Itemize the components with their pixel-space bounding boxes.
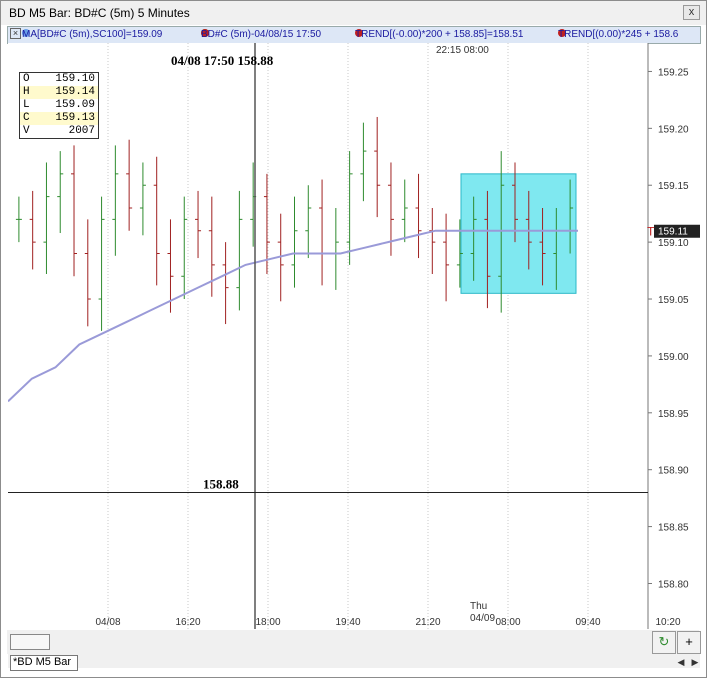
refresh-button[interactable]: ↻	[652, 631, 676, 654]
price-chart[interactable]: 159.25 159.20 159.15 159.10 159.05 159.00 158.…	[8, 43, 700, 629]
y-tick-label: 159.10	[658, 238, 689, 249]
y-tick-label: 158.80	[658, 579, 689, 590]
x-tick-label: 10:20	[655, 617, 680, 628]
chart-window: BD M5 Bar: BD#C (5m) 5 Minutes x × MA[BD…	[0, 0, 707, 678]
ohlc-row-close: C 159.13	[20, 112, 98, 125]
ohlc-value: 159.13	[55, 112, 95, 124]
x-tick-label: 21:20	[415, 617, 440, 628]
legend-item-bd-label: BD#C (5m)-04/08/15 17:50	[201, 29, 322, 40]
scroll-left-icon[interactable]: ◀	[675, 656, 687, 668]
legend-item-trend1-label: TREND[(-0.00)*200 + 158.85]=158.51	[355, 29, 524, 40]
ohlc-row-open: O 159.10	[20, 73, 98, 86]
legend-item-trend2-label: TREND[(0.00)*245 + 158.6	[558, 29, 679, 40]
x-tick-label: 08:00	[495, 617, 520, 628]
last-price-marker-icon: T	[647, 225, 655, 239]
window-titlebar[interactable]: BD M5 Bar: BD#C (5m) 5 Minutes x	[1, 1, 706, 25]
x-tick-label: 09:40	[575, 617, 600, 628]
y-tick-label: 158.90	[658, 466, 689, 477]
x-tick-label: 16:20	[175, 617, 200, 628]
ohlc-key: C	[23, 112, 30, 124]
add-button[interactable]: +	[677, 631, 701, 654]
chart-tab[interactable]: *BD M5 Bar	[10, 655, 78, 671]
ohlc-panel: O 159.10 H 159.14 L 159.09 C 159.13 V 2007	[19, 72, 99, 139]
cursor-time-top: 22:15 08:00	[436, 45, 489, 56]
y-tick-label: 159.15	[658, 181, 689, 192]
ohlc-row-volume: V 2007	[20, 125, 98, 138]
x-tick-label: 18:00	[255, 617, 280, 628]
time-range-input[interactable]	[10, 634, 50, 650]
y-tick-label: 159.05	[658, 295, 689, 306]
day-label-date: 04/09	[470, 613, 495, 624]
legend-close-icon[interactable]: ×	[10, 28, 21, 39]
legend-item-ma-label: MA[BD#C (5m),SC100]=159.09	[22, 29, 163, 40]
ohlc-key: H	[23, 86, 30, 98]
ohlc-value: 2007	[68, 125, 95, 137]
y-tick-label: 158.95	[658, 409, 689, 420]
ohlc-value: 159.10	[55, 73, 95, 85]
x-tick-label: 19:40	[335, 617, 360, 628]
indicator-legend: × MA[BD#C (5m),SC100]=159.09 BD#C (5m)-0…	[7, 26, 701, 44]
ohlc-row-high: H 159.14	[20, 86, 98, 99]
window-title: BD M5 Bar: BD#C (5m) 5 Minutes	[9, 6, 190, 20]
y-tick-label: 158.85	[658, 523, 689, 534]
cursor-price-label: 158.88	[203, 476, 239, 491]
y-tick-label: 159.25	[658, 67, 689, 78]
y-tick-label: 159.00	[658, 352, 689, 363]
ohlc-key: V	[23, 125, 30, 137]
last-price-label: 159.11	[658, 227, 688, 238]
horizontal-scrollbar[interactable]	[8, 654, 700, 668]
x-tick-label: 04/08	[95, 617, 120, 628]
scroll-right-icon[interactable]: ▶	[689, 656, 701, 668]
close-icon[interactable]: x	[683, 5, 700, 20]
ohlc-key: O	[23, 73, 30, 85]
chart-toolbar-bottom: ↻ +	[7, 630, 701, 654]
selection-rectangle	[460, 173, 577, 294]
plot-background	[8, 43, 648, 629]
cursor-label: 04/08 17:50 158.88	[171, 53, 274, 68]
ohlc-key: L	[23, 99, 30, 111]
ohlc-value: 159.09	[55, 99, 95, 111]
y-tick-label: 159.20	[658, 124, 689, 135]
day-label-day: Thu	[470, 601, 487, 612]
ohlc-value: 159.14	[55, 86, 95, 98]
ohlc-row-low: L 159.09	[20, 99, 98, 112]
